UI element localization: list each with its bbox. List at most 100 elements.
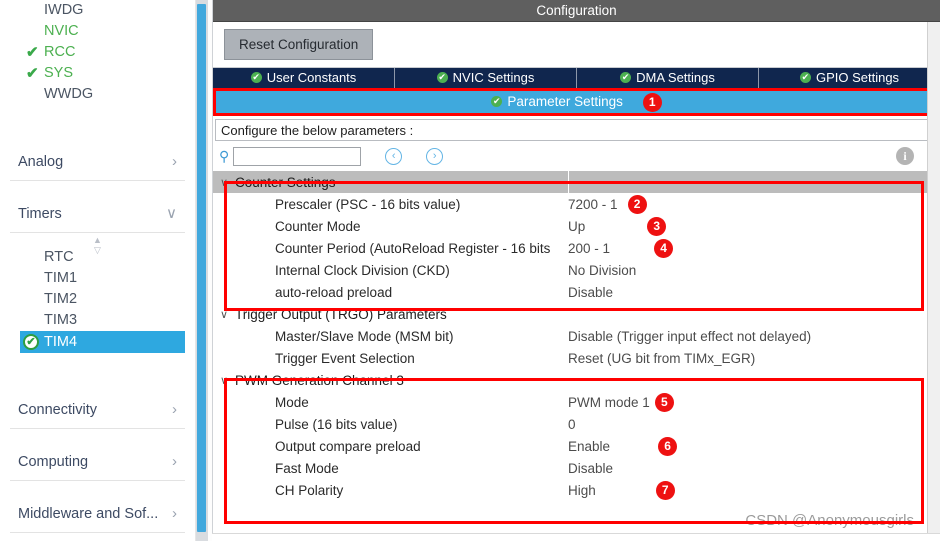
tab-user-constants[interactable]: ✔ User Constants (213, 68, 395, 88)
check-circle-icon: ✔ (436, 72, 448, 84)
section-header-counter-settings[interactable]: ∨ Counter Settings (213, 171, 940, 193)
row-label: Internal Clock Division (CKD) (275, 262, 450, 278)
sidebar-item-label: TIM2 (44, 291, 78, 307)
chevron-down-icon: ∨ (219, 176, 229, 189)
annotation-badge-3: 3 (647, 216, 667, 236)
row-value[interactable]: Up (568, 219, 585, 234)
annotation-badge-6: 6 (658, 436, 678, 456)
sidebar-group-connectivity[interactable]: Connectivity › (10, 391, 185, 429)
tab-label: NVIC Settings (452, 70, 535, 85)
row-value[interactable]: Disable (Trigger input effect not delaye… (568, 329, 811, 344)
chevron-right-icon: › (172, 505, 177, 522)
peripheral-sidebar[interactable]: IWDG NVIC ✔ RCC ✔ SYS WWDG Analog › Time… (0, 0, 196, 541)
panel-title: Configuration (213, 0, 940, 22)
row-value[interactable]: Disable (568, 285, 613, 300)
check-circle-icon: ✔ (491, 95, 503, 107)
table-row[interactable]: Counter Mode Up 3 (213, 215, 940, 237)
nav-next-button[interactable]: › (426, 147, 444, 165)
chevron-down-icon: ∨ (219, 374, 229, 387)
scrollbar-thumb[interactable] (197, 4, 206, 532)
sidebar-item-label: RCC (44, 44, 76, 60)
section-title: Counter Settings (235, 174, 336, 190)
table-row[interactable]: Master/Slave Mode (MSM bit) Disable (Tri… (213, 325, 940, 347)
sidebar-item-sys[interactable]: ✔ SYS (0, 63, 195, 84)
check-circle-icon: ✔ (620, 72, 632, 84)
search-input[interactable] (233, 146, 362, 166)
row-label: Master/Slave Mode (MSM bit) (275, 328, 454, 344)
stm32cubemx-configuration-window: IWDG NVIC ✔ RCC ✔ SYS WWDG Analog › Time… (0, 0, 940, 541)
table-row[interactable]: auto-reload preload Disable (213, 281, 940, 303)
sidebar-item-tim4[interactable]: ✔ TIM4 (20, 331, 185, 353)
row-value[interactable]: Reset (UG bit from TIMx_EGR) (568, 351, 755, 366)
panel-scrollbar[interactable] (927, 22, 940, 541)
sidebar-item-label: TIM3 (44, 312, 78, 328)
sidebar-group-analog[interactable]: Analog › (10, 143, 185, 181)
sidebar-item-label: TIM4 (44, 334, 78, 350)
peripheral-list: IWDG NVIC ✔ RCC ✔ SYS WWDG (0, 0, 195, 105)
sidebar-item-tim1[interactable]: TIM1 (0, 268, 195, 289)
row-label: Prescaler (PSC - 16 bits value) (275, 196, 461, 212)
row-label: auto-reload preload (275, 284, 393, 300)
sidebar-group-label: Connectivity (18, 401, 97, 418)
table-row[interactable]: Prescaler (PSC - 16 bits value) 7200 - 1… (213, 193, 940, 215)
tab-label: GPIO Settings (815, 70, 900, 85)
row-value[interactable]: 7200 - 1 (568, 197, 618, 212)
sidebar-item-tim3[interactable]: TIM3 (0, 310, 195, 331)
sidebar-item-nvic[interactable]: NVIC (0, 21, 195, 42)
column-divider (568, 171, 569, 193)
row-label: Output compare preload (275, 438, 421, 454)
tab-dma-settings[interactable]: ✔ DMA Settings (577, 68, 759, 88)
check-icon: ✔ (26, 44, 39, 61)
sidebar-scrollbar[interactable] (196, 0, 208, 541)
row-label: Pulse (16 bits value) (275, 416, 398, 432)
sidebar-group-timers[interactable]: Timers ∨ (10, 195, 185, 233)
sidebar-group-label: Analog (18, 153, 64, 170)
reset-configuration-button[interactable]: Reset Configuration (224, 29, 374, 60)
row-label: Counter Mode (275, 218, 361, 234)
sidebar-item-tim2[interactable]: TIM2 (0, 289, 195, 310)
sidebar-group-computing[interactable]: Computing › (10, 443, 185, 481)
list-scroll-up-indicator[interactable]: ▲ ▽ (0, 233, 195, 255)
table-row[interactable]: Fast Mode Disable (213, 457, 940, 479)
tab-nvic-settings[interactable]: ✔ NVIC Settings (395, 68, 577, 88)
table-row[interactable]: Internal Clock Division (CKD) No Divisio… (213, 259, 940, 281)
tab-label: DMA Settings (636, 70, 715, 85)
section-header-pwm-channel-3[interactable]: ∨ PWM Generation Channel 3 (213, 369, 940, 391)
settings-tabbar[interactable]: ✔ User Constants ✔ NVIC Settings ✔ DMA Sett… (213, 68, 940, 88)
sidebar-item-iwdg[interactable]: IWDG (0, 0, 195, 21)
tab-parameter-settings[interactable]: ✔ Parameter Settings 1 (216, 91, 937, 113)
info-icon[interactable]: i (896, 147, 914, 165)
sidebar-item-rcc[interactable]: ✔ RCC (0, 42, 195, 63)
row-value[interactable]: 200 - 1 (568, 241, 610, 256)
sidebar-group-middleware[interactable]: Middleware and Sof... › (10, 495, 185, 533)
panel-bottom-edge (212, 533, 940, 541)
table-row[interactable]: Pulse (16 bits value) 0 (213, 413, 940, 435)
table-row[interactable]: Counter Period (AutoReload Register - 16… (213, 237, 940, 259)
row-value[interactable]: Disable (568, 461, 613, 476)
configure-hint-bar: Configure the below parameters : (215, 119, 938, 141)
sidebar-item-rtc[interactable]: RTC (0, 247, 195, 268)
tab-label: User Constants (266, 70, 357, 85)
table-row[interactable]: CH Polarity High 7 (213, 479, 940, 501)
sidebar-group-label: Computing (18, 453, 89, 470)
parameter-settings-tab-highlight: ✔ Parameter Settings 1 (213, 88, 940, 116)
row-value[interactable]: 0 (568, 417, 576, 432)
table-row[interactable]: Mode PWM mode 1 5 (213, 391, 940, 413)
search-toolbar: ⚲ ‹ › i (213, 141, 940, 171)
row-value[interactable]: PWM mode 1 (568, 395, 650, 410)
sidebar-item-wwdg[interactable]: WWDG (0, 84, 195, 105)
row-value[interactable]: No Division (568, 263, 636, 278)
parameter-list: ∨ Counter Settings Prescaler (PSC - 16 b… (213, 171, 940, 501)
sidebar-group-label: Timers (18, 205, 62, 222)
row-value[interactable]: High (568, 483, 596, 498)
table-row[interactable]: Trigger Event Selection Reset (UG bit fr… (213, 347, 940, 369)
row-label: Trigger Event Selection (275, 350, 415, 366)
nav-previous-button[interactable]: ‹ (385, 147, 403, 165)
configuration-panel: Configuration Reset Configuration ✔ User … (212, 0, 940, 541)
tab-gpio-settings[interactable]: ✔ GPIO Settings (759, 68, 940, 88)
section-header-trigger-output[interactable]: ∨ Trigger Output (TRGO) Parameters (213, 303, 940, 325)
table-row[interactable]: Output compare preload Enable 6 (213, 435, 940, 457)
row-value[interactable]: Enable (568, 439, 610, 454)
